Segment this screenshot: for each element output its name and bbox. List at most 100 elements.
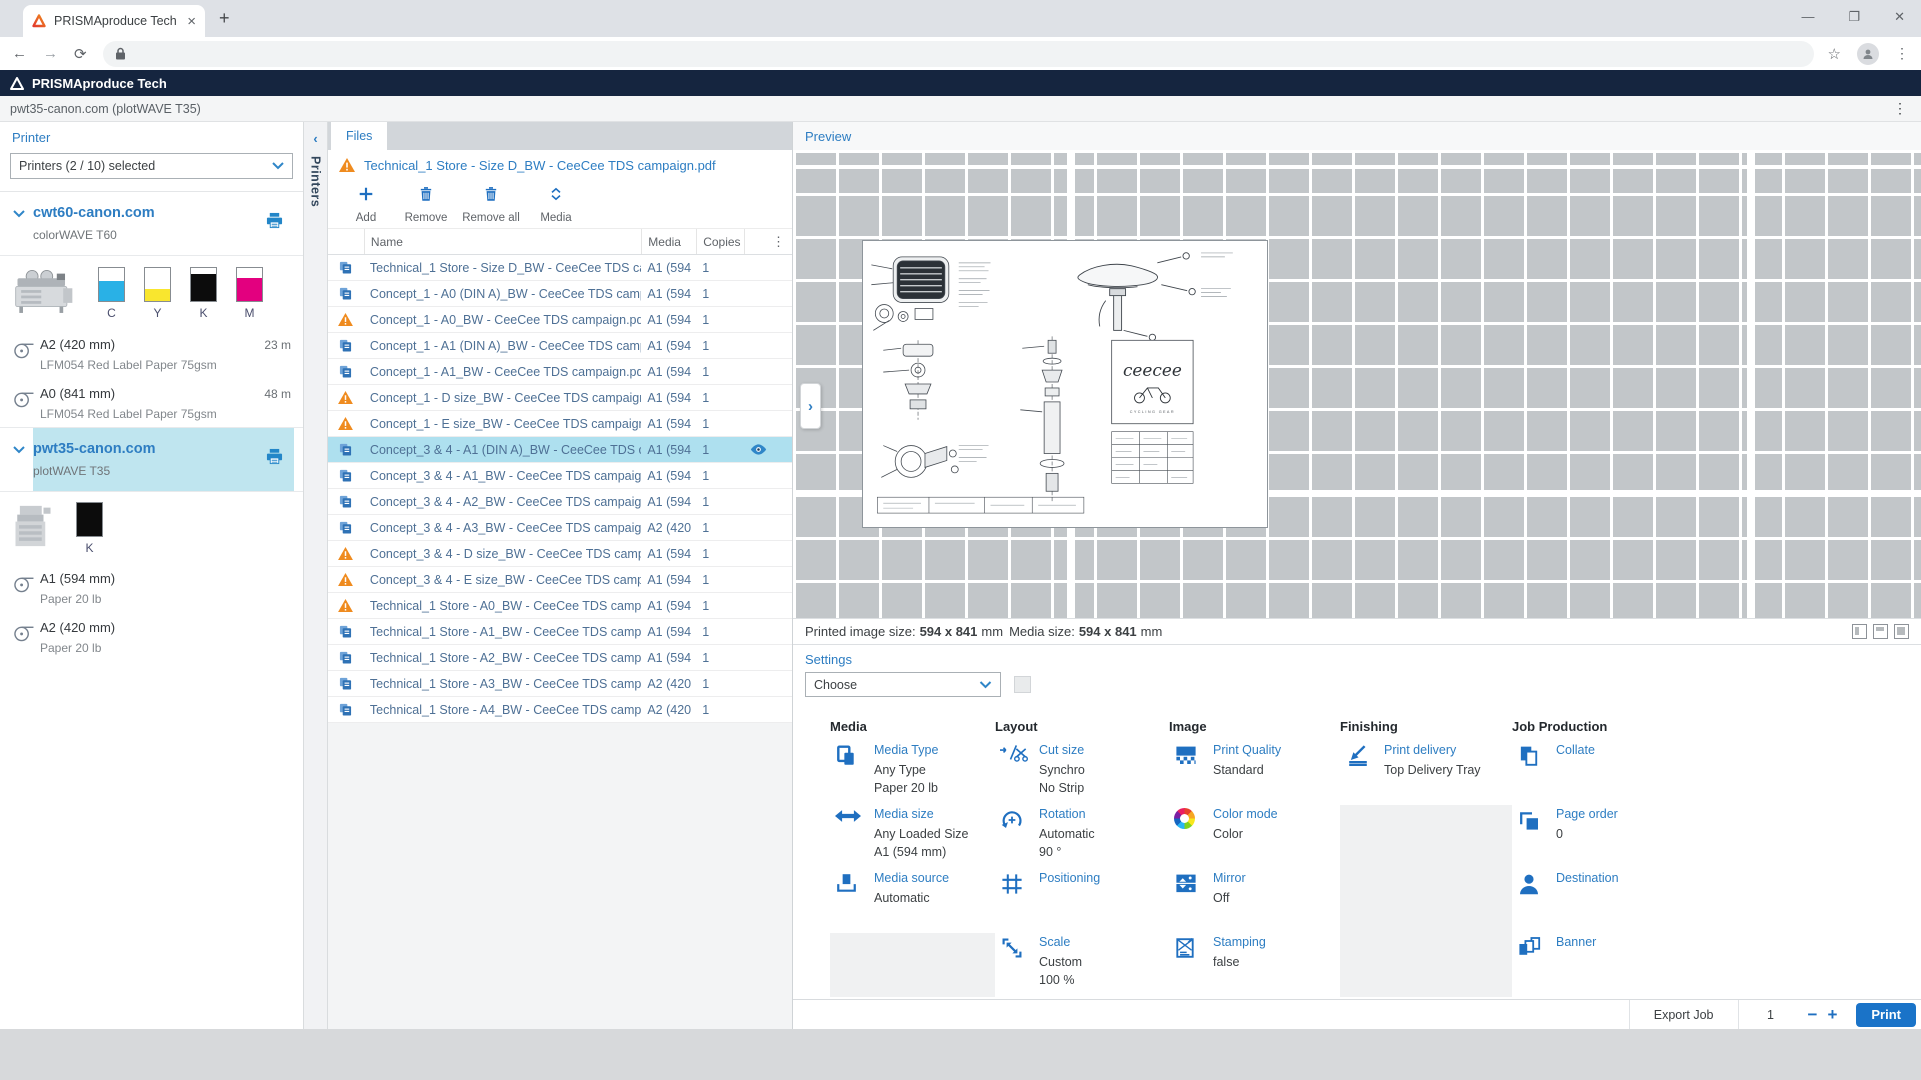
settings-group: FinishingPrint deliveryTop Delivery Tray — [1340, 719, 1512, 997]
file-row[interactable]: Concept_3 & 4 - A2_BW - CeeCee TDS campa… — [328, 489, 792, 515]
setting-item[interactable]: Positioning — [995, 869, 1169, 933]
window-minimize-icon[interactable]: — — [1801, 9, 1814, 25]
column-copies[interactable]: Copies — [696, 229, 744, 254]
setting-item[interactable]: Banner — [1512, 933, 1715, 997]
file-row[interactable]: Technical_1 Store - A3_BW - CeeCee TDS c… — [328, 671, 792, 697]
address-field[interactable] — [103, 41, 1814, 67]
file-media: A1 (594 — [641, 495, 696, 509]
preview-canvas[interactable]: ceecee CYCLING GEAR — [793, 150, 1921, 618]
setting-item[interactable]: Cut sizeSynchroNo Strip — [995, 741, 1169, 805]
file-row[interactable]: Concept_3 & 4 - A1 (DIN A)_BW - CeeCee T… — [328, 437, 792, 463]
setting-texts: Positioning — [1039, 869, 1100, 933]
tab-files[interactable]: Files — [331, 122, 387, 150]
settings-options-button[interactable] — [1014, 676, 1031, 693]
tab-close-icon[interactable]: × — [187, 14, 196, 29]
document-preview-sheet[interactable]: ceecee CYCLING GEAR — [862, 240, 1268, 528]
remove-button[interactable]: Remove — [396, 185, 456, 224]
main-area: Printer Printers (2 / 10) selected cwt60… — [0, 122, 1921, 1029]
printer-status-icon — [265, 205, 295, 242]
file-media: A1 (594 — [641, 573, 696, 587]
collapse-panel-icon[interactable]: ‹ — [313, 122, 317, 156]
table-menu-icon[interactable]: ⋮ — [772, 234, 792, 250]
setting-item[interactable]: Color modeColor — [1169, 805, 1340, 869]
breadcrumb-menu-icon[interactable]: ⋮ — [1893, 100, 1911, 117]
setting-item[interactable]: Stampingfalse — [1169, 933, 1340, 997]
file-row[interactable]: Technical_1 Store - A2_BW - CeeCee TDS c… — [328, 645, 792, 671]
increment-copies-button[interactable]: + — [1822, 1005, 1842, 1025]
decrement-copies-button[interactable]: − — [1803, 1005, 1823, 1025]
file-row[interactable]: Technical_1 Store - A0_BW - CeeCee TDS c… — [328, 593, 792, 619]
printer-card: pwt35-canon.complotWAVE T35KA1 (594 mm)P… — [0, 427, 303, 661]
add-button[interactable]: Add — [336, 185, 396, 224]
toner-levels: CYKM — [98, 267, 263, 320]
file-row[interactable]: Technical_1 Store - A1_BW - CeeCee TDS c… — [328, 619, 792, 645]
file-row[interactable]: Concept_1 - A0_BW - CeeCee TDS campaign.… — [328, 307, 792, 333]
forward-icon[interactable]: → — [43, 45, 58, 62]
browser-tab[interactable]: PRISMAproduce Tech × — [23, 5, 205, 37]
setting-item[interactable]: RotationAutomatic90 ° — [995, 805, 1169, 869]
printer-card-header[interactable]: pwt35-canon.complotWAVE T35 — [0, 427, 303, 491]
chevron-down-icon[interactable] — [4, 205, 33, 242]
file-row[interactable]: Concept_1 - E size_BW - CeeCee TDS campa… — [328, 411, 792, 437]
window-maximize-icon[interactable]: ❐ — [1848, 9, 1860, 25]
expand-files-panel-button[interactable]: › — [800, 383, 821, 429]
new-tab-button[interactable]: + — [219, 8, 230, 29]
back-icon[interactable]: ← — [12, 45, 27, 62]
view-toggle-icon[interactable] — [1894, 624, 1909, 639]
file-row[interactable]: Concept_3 & 4 - D size_BW - CeeCee TDS c… — [328, 541, 792, 567]
files-tab-bar: Files — [328, 122, 792, 150]
job-title-row: Technical_1 Store - Size D_BW - CeeCee T… — [328, 150, 792, 180]
printer-card-header[interactable]: cwt60-canon.comcolorWAVE T60 — [0, 192, 303, 255]
setting-item[interactable]: Media TypeAny TypePaper 20 lb — [830, 741, 995, 805]
column-media[interactable]: Media — [641, 229, 696, 254]
setting-item[interactable]: Print QualityStandard — [1169, 741, 1340, 805]
bookmark-star-icon[interactable]: ☆ — [1828, 45, 1841, 63]
setting-item[interactable]: Page order0 — [1512, 805, 1715, 869]
print-button[interactable]: Print — [1856, 1003, 1916, 1027]
setting-item[interactable]: ScaleCustom100 % — [995, 933, 1169, 997]
export-job-button[interactable]: Export Job — [1630, 1000, 1738, 1029]
preview-eye-icon[interactable] — [744, 444, 772, 455]
file-row[interactable]: Technical_1 Store - Size D_BW - CeeCee T… — [328, 255, 792, 281]
media-toolbar-button[interactable]: Media — [526, 185, 586, 224]
column-name[interactable]: Name — [364, 229, 641, 254]
file-row[interactable]: Concept_1 - A1_BW - CeeCee TDS campaign.… — [328, 359, 792, 385]
settings-preset-select[interactable]: Choose — [805, 672, 1001, 697]
file-row[interactable]: Technical_1 Store - A4_BW - CeeCee TDS c… — [328, 697, 792, 723]
window-close-icon[interactable]: ✕ — [1894, 9, 1905, 25]
view-toggle-icon[interactable] — [1852, 624, 1867, 639]
setting-item[interactable]: Media sizeAny Loaded SizeA1 (594 mm) — [830, 805, 995, 869]
file-media: A1 (594 — [641, 651, 696, 665]
browser-menu-icon[interactable]: ⋮ — [1895, 45, 1909, 62]
setting-item[interactable]: Print deliveryTop Delivery Tray — [1340, 741, 1512, 805]
file-row[interactable]: Concept_1 - A1 (DIN A)_BW - CeeCee TDS c… — [328, 333, 792, 359]
file-row[interactable]: Concept_3 & 4 - A3_BW - CeeCee TDS campa… — [328, 515, 792, 541]
toner-levels: K — [76, 502, 103, 555]
setting-texts: Collate — [1556, 741, 1595, 805]
setting-texts: Print deliveryTop Delivery Tray — [1384, 741, 1481, 805]
files-toolbar: Add Remove Remove all Media — [328, 180, 792, 228]
chevron-down-icon[interactable] — [4, 441, 33, 478]
setting-item[interactable]: MirrorOff — [1169, 869, 1340, 933]
view-toggle-icon[interactable] — [1873, 624, 1888, 639]
media-roll-size: A0 (841 mm) — [40, 386, 264, 401]
printer-selector[interactable]: Printers (2 / 10) selected — [10, 153, 293, 179]
person-icon — [1862, 48, 1874, 60]
file-row[interactable]: Concept_3 & 4 - A1_BW - CeeCee TDS campa… — [328, 463, 792, 489]
file-name: Concept_1 - A1 (DIN A)_BW - CeeCee TDS c… — [364, 339, 641, 353]
file-copies: 1 — [696, 287, 744, 301]
file-row[interactable]: Concept_3 & 4 - E size_BW - CeeCee TDS c… — [328, 567, 792, 593]
profile-avatar[interactable] — [1857, 43, 1879, 65]
remove-all-button[interactable]: Remove all — [456, 185, 526, 224]
lock-icon — [115, 47, 126, 60]
file-row[interactable]: Concept_1 - A0 (DIN A)_BW - CeeCee TDS c… — [328, 281, 792, 307]
copies-count[interactable]: 1 — [1739, 1008, 1803, 1022]
warning-icon — [328, 391, 364, 404]
printer-info: pwt35-canon.complotWAVE T35 — [33, 441, 265, 478]
setting-item[interactable]: Collate — [1512, 741, 1715, 805]
setting-item[interactable]: Media sourceAutomatic — [830, 869, 995, 933]
file-row[interactable]: Concept_1 - D size_BW - CeeCee TDS campa… — [328, 385, 792, 411]
printer-panel: Printer Printers (2 / 10) selected cwt60… — [0, 122, 304, 1029]
refresh-icon[interactable]: ⟳ — [74, 45, 87, 63]
setting-item[interactable]: Destination — [1512, 869, 1715, 933]
